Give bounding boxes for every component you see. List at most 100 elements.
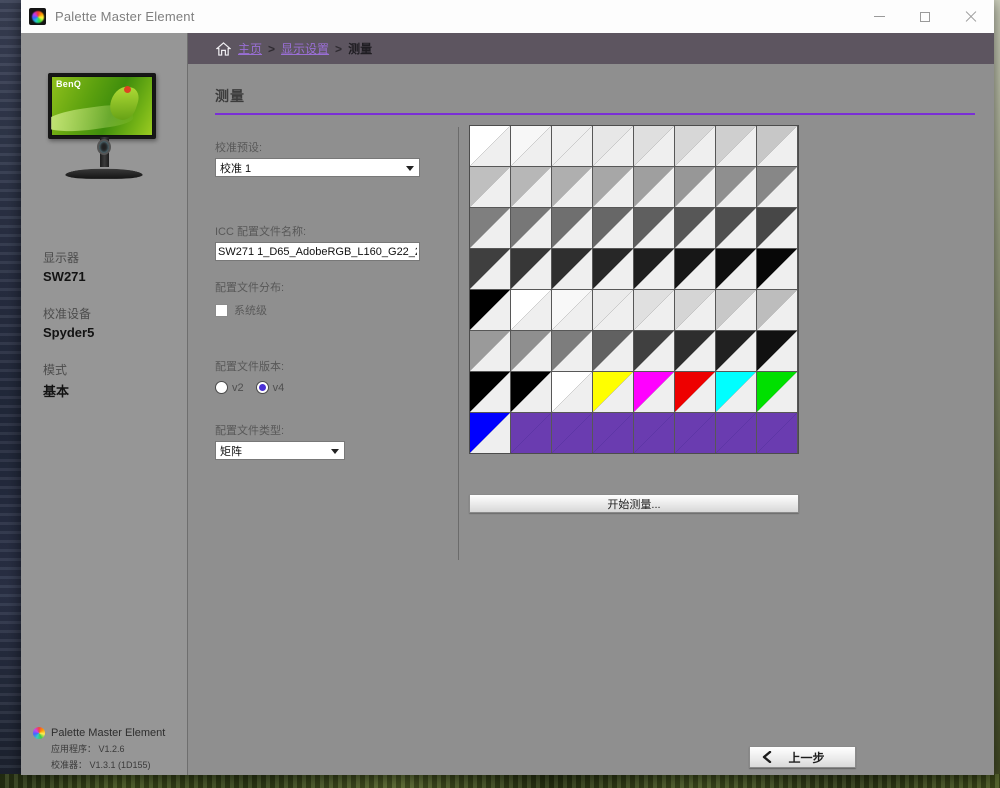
patch-cell [552,331,592,371]
desktop-background-bottom [0,774,1000,788]
back-button-label: 上一步 [772,749,841,766]
patch-cell [716,290,756,330]
back-button[interactable]: 上一步 [749,746,856,768]
patch-cell [716,126,756,166]
patch-cell [511,331,551,371]
profile-distribution-label: 配置文件分布: [215,279,458,295]
breadcrumb-link-home[interactable]: 主页 [238,40,262,57]
patch-cell [675,372,715,412]
patch-cell [634,413,674,453]
maximize-button[interactable] [902,0,948,33]
patch-cell [634,290,674,330]
patch-cell [716,413,756,453]
breadcrumb: 主页 > 显示设置 > 测量 [188,33,994,64]
preset-selected-value: 校准 1 [220,160,251,176]
patch-cell [552,208,592,248]
close-button[interactable] [948,0,994,33]
breadcrumb-current-page: 测量 [348,40,372,57]
monitor-info: 显示器 SW271 [43,249,187,284]
patch-cell [757,167,797,207]
patch-cell [552,126,592,166]
patch-cell [470,290,510,330]
breadcrumb-link-display-settings[interactable]: 显示设置 [281,40,329,57]
icc-name-input[interactable] [215,242,420,261]
calibrator-version-text: 校准器： V1.3.1 (1D155) [51,758,165,771]
patch-cell [757,126,797,166]
system-level-label: 系统级 [234,302,267,318]
patch-cell [716,331,756,371]
system-level-checkbox[interactable] [215,304,228,317]
profile-type-selected-value: 矩阵 [220,443,242,459]
patch-cell [470,331,510,371]
breadcrumb-separator: > [335,42,342,56]
patch-cell [470,413,510,453]
patch-cell [593,249,633,289]
patch-cell [552,372,592,412]
version-v2-label: v2 [232,382,244,394]
patch-cell [552,413,592,453]
patch-cell [675,413,715,453]
close-icon [965,11,977,23]
minimize-icon [874,16,885,17]
patch-cell [634,126,674,166]
main-panel: 主页 > 显示设置 > 测量 测量 校准预设: 校准 1 [188,33,994,775]
footer-app-name: Palette Master Element [51,727,165,739]
patch-cell [634,331,674,371]
patch-cell [593,372,633,412]
calibrator-info: 校准设备 Spyder5 [43,305,187,340]
patch-cell [593,331,633,371]
patch-cell [511,413,551,453]
home-icon[interactable] [216,42,231,56]
patch-cell [552,167,592,207]
patch-cell [757,372,797,412]
patch-cell [511,126,551,166]
content-area: 测量 校准预设: 校准 1 ICC 配置文件名称: 配置文件分布: [188,64,994,775]
patch-cell [757,249,797,289]
patch-cell [593,208,633,248]
patch-cell [675,290,715,330]
calibrator-label: 校准设备 [43,305,187,322]
patch-cell [511,372,551,412]
title-underline [215,113,975,115]
patch-cell [593,413,633,453]
app-version-text: 应用程序： V1.2.6 [51,742,165,755]
patch-cell [675,167,715,207]
monitor-image: BenQ [48,73,160,215]
patch-cell [675,126,715,166]
patch-cell [716,167,756,207]
version-v4-radio[interactable] [256,381,269,394]
patch-cell [675,249,715,289]
patch-cell [593,167,633,207]
start-measure-button[interactable]: 开始测量... [469,494,799,513]
patch-cell [675,208,715,248]
icc-name-label: ICC 配置文件名称: [215,223,458,239]
version-v2-radio[interactable] [215,381,228,394]
preset-label: 校准预设: [215,139,458,155]
patch-cell [470,167,510,207]
patch-cell [470,208,510,248]
patch-cell [470,372,510,412]
chevron-left-icon [762,751,772,763]
mode-info: 模式 基本 [43,361,187,400]
patch-cell [716,372,756,412]
start-measure-label: 开始测量... [607,496,660,512]
patch-cell [716,208,756,248]
patch-cell [552,249,592,289]
patch-cell [634,249,674,289]
mode-label: 模式 [43,361,187,378]
patch-cell [593,290,633,330]
patch-cell [511,249,551,289]
preset-select[interactable]: 校准 1 [215,158,420,177]
profile-type-label: 配置文件类型: [215,422,458,438]
patch-cell [757,208,797,248]
patch-cell [593,126,633,166]
minimize-button[interactable] [856,0,902,33]
version-v4-label: v4 [273,382,285,394]
patch-cell [634,208,674,248]
patch-cell [552,290,592,330]
profile-type-select[interactable]: 矩阵 [215,441,345,460]
desktop-background-right [994,0,1000,788]
chevron-down-icon [406,166,414,171]
app-window: Palette Master Element BenQ [21,0,994,775]
calibrator-value: Spyder5 [43,325,187,340]
